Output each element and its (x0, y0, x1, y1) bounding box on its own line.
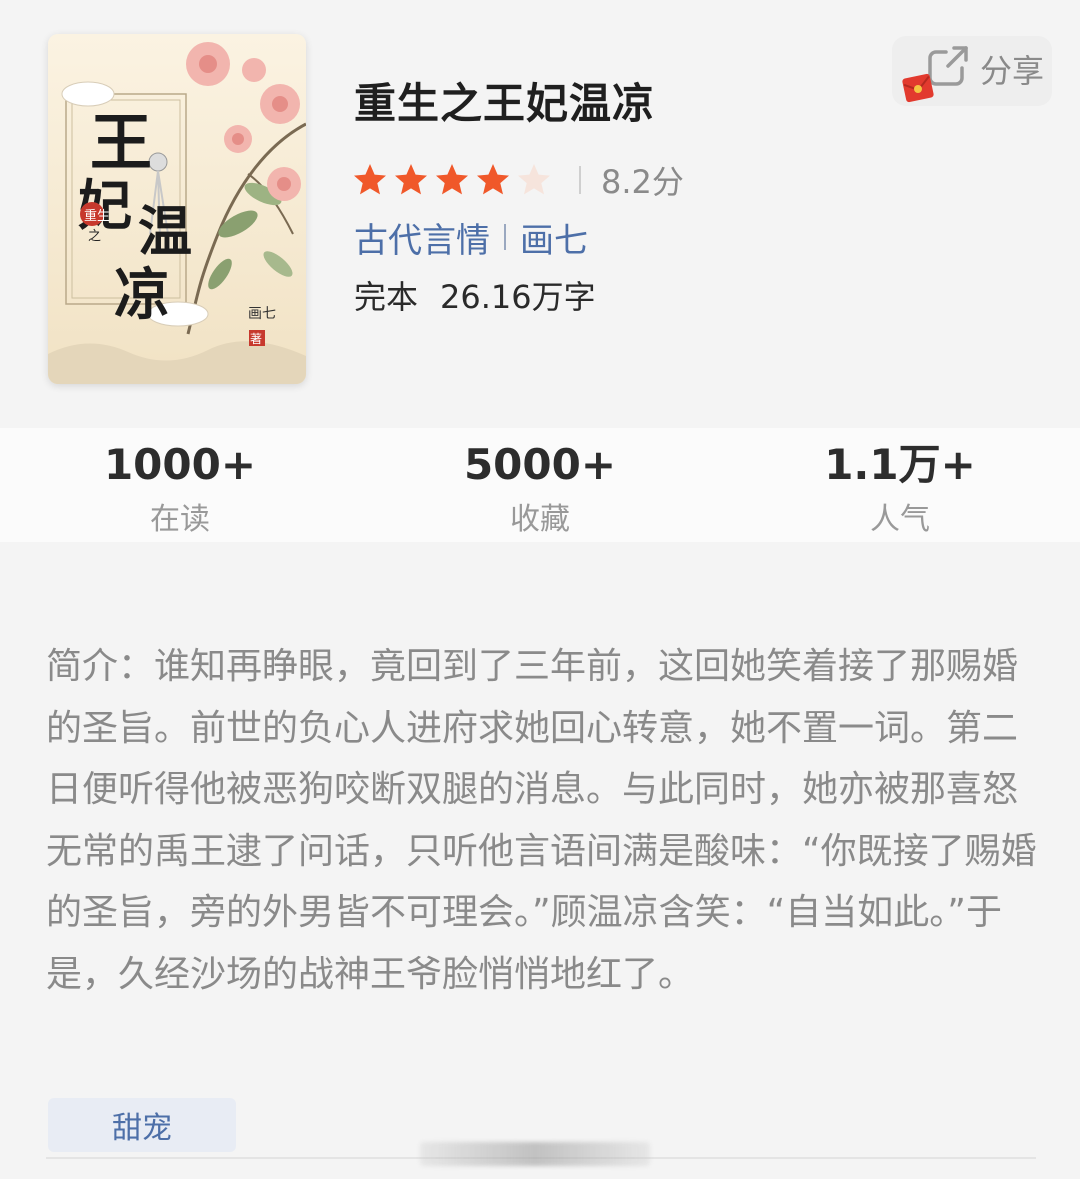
svg-text:重生: 重生 (84, 208, 110, 224)
stat-label: 在读 (150, 502, 210, 537)
book-title: 重生之王妃温凉 (354, 79, 656, 128)
completion-status: 完本 (354, 278, 419, 316)
category-link[interactable]: 古代言情 (354, 213, 490, 262)
star-filled-icon (436, 164, 468, 195)
stat-reading: 1000+ 在读 (0, 428, 360, 542)
star-empty-icon (518, 164, 550, 195)
meta-divider (504, 224, 506, 250)
book-intro[interactable]: 简介：谁知再睁眼，竟回到了三年前，这回她笑着接了那赐婚的圣旨。前世的负心人进府求… (46, 636, 1040, 1005)
scroll-indicator (420, 1142, 650, 1166)
rating-row: 8.2分 (352, 158, 684, 202)
book-header: 王 妃 温 凉 重生 之 画七 著 重生之王妃温凉 8.2分 古代言情 画七 完… (0, 0, 1080, 428)
meta-row: 古代言情 画七 (354, 212, 588, 262)
svg-text:之: 之 (88, 229, 101, 244)
cover-title-char-1: 王 (90, 106, 152, 179)
rating-divider (579, 166, 581, 194)
rating-score: 8.2分 (601, 163, 684, 201)
status-row: 完本 26.16万字 (354, 272, 596, 318)
cover-title-char-4: 凉 (114, 262, 170, 328)
share-label: 分享 (980, 52, 1045, 90)
svg-text:画七: 画七 (248, 306, 276, 322)
stat-value: 1.1万+ (824, 440, 976, 489)
star-filled-icon (354, 164, 386, 195)
tag-chip[interactable]: 甜宠 (48, 1098, 236, 1152)
cover-title-char-3: 温 (138, 199, 192, 263)
stat-label: 收藏 (510, 502, 570, 537)
red-envelope-icon (902, 73, 934, 103)
stats-bar: 1000+ 在读 5000+ 收藏 1.1万+ 人气 (0, 428, 1080, 542)
word-count: 26.16万字 (440, 278, 596, 316)
stat-value: 5000+ (463, 440, 617, 489)
author-link[interactable]: 画七 (520, 213, 588, 262)
rating-stars (352, 162, 557, 198)
star-filled-icon (477, 164, 509, 195)
stat-popularity: 1.1万+ 人气 (720, 428, 1080, 542)
star-filled-icon (395, 164, 427, 195)
stat-label: 人气 (870, 502, 930, 537)
stat-value: 1000+ (103, 440, 257, 489)
svg-text:著: 著 (250, 332, 262, 346)
stat-favorites: 5000+ 收藏 (360, 428, 720, 542)
book-cover[interactable]: 王 妃 温 凉 重生 之 画七 著 (48, 34, 306, 384)
